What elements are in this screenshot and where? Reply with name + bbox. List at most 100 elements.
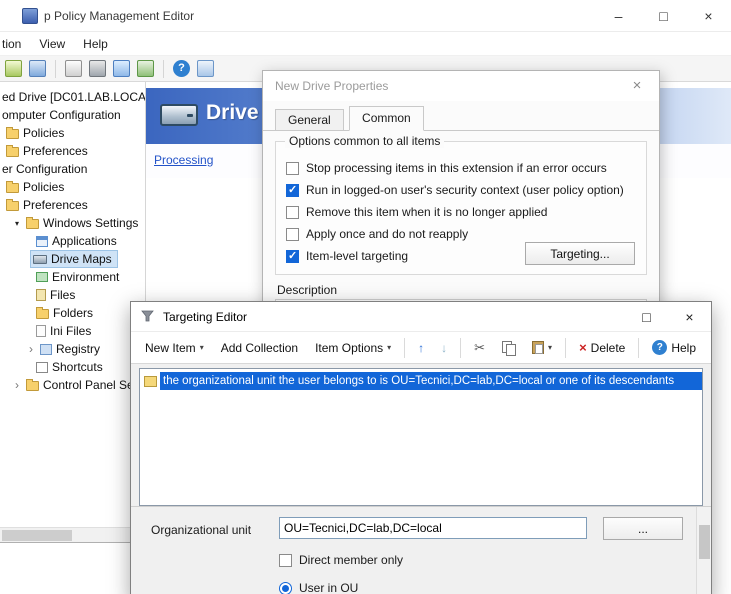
main-window-titlebar: p Policy Management Editor – □ × — [0, 0, 731, 32]
folder-icon — [6, 183, 19, 193]
organizational-unit-input[interactable] — [279, 517, 587, 539]
item-options-label: Item Options — [315, 341, 383, 355]
tree-item-applications[interactable]: Applications — [0, 232, 145, 250]
caption-buttons: – □ × — [596, 0, 731, 32]
tree-item-user-configuration[interactable]: er Configuration — [0, 160, 145, 178]
option-row: Apply once and do not reapply — [286, 226, 468, 242]
move-down-button[interactable]: ↓ — [433, 337, 455, 359]
direct-member-row: Direct member only — [279, 553, 403, 567]
tree-item-control-panel-settings[interactable]: › Control Panel Sett — [0, 376, 145, 394]
scrollbar-thumb[interactable] — [699, 525, 710, 559]
help-icon: ? — [652, 340, 667, 355]
tree-item-folders[interactable]: Folders — [0, 304, 145, 322]
tree-item-label: Preferences — [23, 144, 88, 158]
description-label: Description — [277, 283, 337, 297]
targeting-rule-row[interactable]: the organizational unit the user belongs… — [140, 371, 702, 391]
targeting-rule-list[interactable]: the organizational unit the user belongs… — [139, 368, 703, 506]
stop-processing-checkbox[interactable] — [286, 162, 299, 175]
tree-item-policies-user[interactable]: Policies — [0, 178, 145, 196]
tree-item-windows-settings[interactable]: ▾ Windows Settings — [0, 214, 145, 232]
move-up-button[interactable]: ↑ — [410, 337, 432, 359]
option-row: Stop processing items in this extension … — [286, 160, 607, 176]
table-view-icon[interactable] — [197, 60, 214, 77]
tree-item-policies-computer[interactable]: Policies — [0, 124, 145, 142]
new-item-button[interactable]: New Item ▾ — [137, 337, 212, 359]
targeting-button[interactable]: Targeting... — [525, 242, 635, 265]
maximize-button[interactable]: □ — [625, 302, 668, 332]
cut-button[interactable]: ✂ — [466, 336, 493, 360]
dialog-title: Targeting Editor — [163, 302, 247, 332]
close-button[interactable]: × — [615, 71, 659, 101]
tree-item-ini-files[interactable]: Ini Files — [0, 322, 145, 340]
show-console-tree-icon[interactable] — [29, 60, 46, 77]
collapsed-chevron-icon[interactable]: › — [26, 344, 36, 354]
toolbar-separator — [163, 60, 164, 78]
browse-button[interactable]: ... — [603, 517, 683, 540]
folder-icon — [6, 147, 19, 157]
item-level-targeting-checkbox[interactable] — [286, 250, 299, 263]
user-in-ou-row: User in OU — [279, 581, 358, 594]
application-icon — [36, 236, 48, 247]
tab-general[interactable]: General — [275, 109, 344, 131]
tab-common[interactable]: Common — [349, 106, 424, 131]
menu-view[interactable]: View — [30, 32, 74, 55]
item-options-button[interactable]: Item Options ▾ — [307, 337, 399, 359]
refresh-icon[interactable] — [113, 60, 130, 77]
paste-button[interactable]: ▾ — [524, 337, 560, 358]
maximize-button[interactable]: □ — [641, 0, 686, 32]
delete-button[interactable]: × Delete — [571, 336, 633, 359]
tree-item-drive-maps[interactable]: Drive Maps — [0, 250, 145, 268]
option-label: Stop processing items in this extension … — [306, 161, 607, 175]
scrollbar-thumb[interactable] — [2, 530, 72, 541]
tree-item-label: Files — [50, 288, 75, 302]
expanded-arrow-icon[interactable]: ▾ — [12, 219, 22, 228]
export-script-icon[interactable] — [5, 60, 22, 77]
help-button[interactable]: ? Help — [644, 336, 704, 359]
organizational-unit-label: Organizational unit — [151, 523, 251, 537]
tree-item-shortcuts[interactable]: Shortcuts — [0, 358, 145, 376]
run-logged-on-context-checkbox[interactable] — [286, 184, 299, 197]
direct-member-label: Direct member only — [299, 553, 403, 567]
minimize-button[interactable]: – — [596, 0, 641, 32]
tree-item-environment[interactable]: Environment — [0, 268, 145, 286]
caption-buttons: □ × — [625, 302, 711, 332]
folder-icon — [6, 201, 19, 211]
dialog-titlebar: Targeting Editor □ × — [131, 302, 711, 332]
tree-item-label: Control Panel Sett — [43, 378, 140, 392]
tab-strip: General Common — [263, 105, 659, 131]
option-row: Run in logged-on user's security context… — [286, 182, 624, 198]
tree-item-files[interactable]: Files — [0, 286, 145, 304]
tree-item-registry[interactable]: › Registry — [0, 340, 145, 358]
tree-item-preferences-computer[interactable]: Preferences — [0, 142, 145, 160]
clipboard-icon[interactable] — [65, 60, 82, 77]
menu-help[interactable]: Help — [74, 32, 117, 55]
toolbar-separator — [638, 338, 639, 358]
horizontal-scrollbar[interactable] — [0, 527, 146, 543]
menu-action[interactable]: tion — [0, 32, 30, 55]
processing-link[interactable]: Processing — [154, 153, 213, 167]
direct-member-checkbox[interactable] — [279, 554, 292, 567]
dialog-titlebar: New Drive Properties × — [263, 71, 659, 101]
tree-item-mapped-drive[interactable]: ed Drive [DC01.LAB.LOCA — [0, 88, 145, 106]
app-icon — [22, 8, 38, 24]
tree-item-label: Windows Settings — [43, 216, 138, 230]
tree-item-preferences-user[interactable]: Preferences — [0, 196, 145, 214]
apply-once-checkbox[interactable] — [286, 228, 299, 241]
add-collection-button[interactable]: Add Collection — [213, 337, 306, 359]
tree-item-label: Policies — [23, 126, 64, 140]
printer-icon[interactable] — [89, 60, 106, 77]
chevron-down-icon: ▾ — [387, 343, 391, 352]
tree-item-label: Ini Files — [50, 324, 91, 338]
close-button[interactable]: × — [686, 0, 731, 32]
collapsed-chevron-icon[interactable]: › — [12, 380, 22, 390]
help-icon[interactable]: ? — [173, 60, 190, 77]
remove-when-not-applied-checkbox[interactable] — [286, 206, 299, 219]
option-row: Item-level targeting — [286, 248, 408, 264]
copy-button[interactable] — [494, 337, 523, 358]
registry-icon — [40, 344, 52, 355]
tree-item-computer-configuration[interactable]: omputer Configuration — [0, 106, 145, 124]
export-list-icon[interactable] — [137, 60, 154, 77]
user-in-ou-radio[interactable] — [279, 582, 292, 594]
vertical-scrollbar[interactable] — [696, 507, 711, 594]
close-button[interactable]: × — [668, 302, 711, 332]
